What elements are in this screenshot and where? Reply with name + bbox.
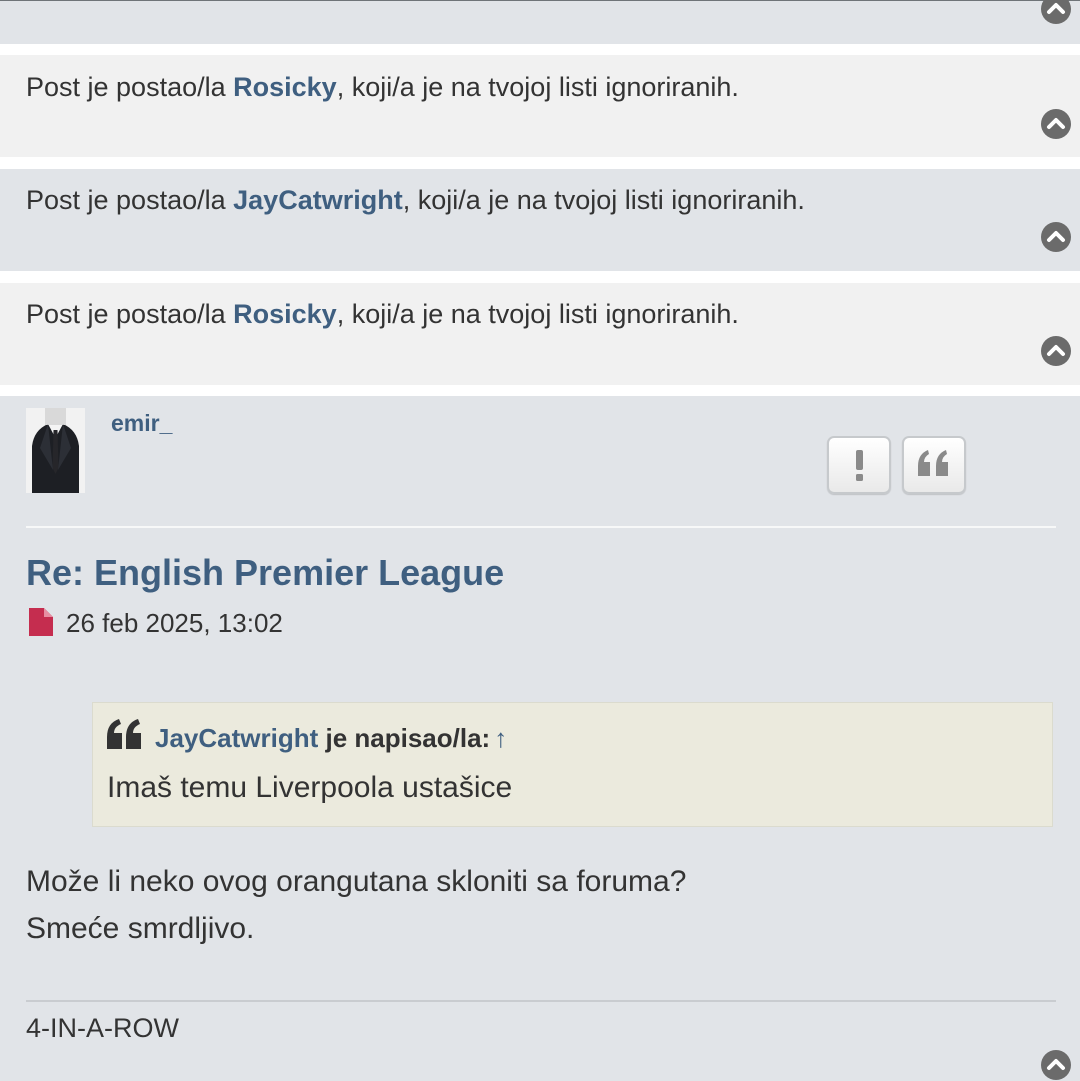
file-icon[interactable] bbox=[29, 608, 53, 636]
post-divider bbox=[26, 526, 1056, 528]
ignored-notice-prefix: Post je postao/la bbox=[26, 299, 234, 329]
report-button[interactable] bbox=[827, 436, 891, 494]
post-body-line: Smeće smrdljivo. bbox=[26, 912, 255, 945]
chevron-up-icon bbox=[1047, 231, 1065, 242]
ignored-notice-prefix: Post je postao/la bbox=[26, 185, 234, 215]
back-to-top-button[interactable] bbox=[1041, 0, 1071, 24]
post-body-line: Može li neko ovog orangutana skloniti sa… bbox=[26, 865, 687, 898]
quote-citation: JayCatwright je napisao/la: ↑ bbox=[155, 723, 507, 754]
ignored-notice-prefix: Post je postao/la bbox=[26, 72, 234, 102]
ignored-username-link[interactable]: Rosicky bbox=[233, 72, 337, 102]
ignored-username-link[interactable]: JayCatwright bbox=[233, 185, 403, 215]
ignored-post: Post je postao/la JayCatwright, koji/a j… bbox=[0, 169, 1080, 271]
quote-source-link[interactable]: ↑ bbox=[494, 723, 507, 753]
ignored-notice: Post je postao/la JayCatwright, koji/a j… bbox=[26, 185, 805, 216]
quote-icon bbox=[107, 719, 141, 749]
quote-text: Imaš temu Liverpoola ustašice bbox=[107, 771, 513, 804]
chevron-up-icon bbox=[1047, 118, 1065, 129]
quote-wrote-label: je napisao/la: bbox=[318, 723, 491, 753]
back-to-top-button[interactable] bbox=[1041, 336, 1071, 366]
chevron-up-icon bbox=[1047, 345, 1065, 356]
previous-post-strip bbox=[0, 0, 1080, 44]
ignored-notice: Post je postao/la Rosicky, koji/a je na … bbox=[26, 72, 739, 103]
avatar[interactable] bbox=[26, 408, 85, 493]
ignored-notice: Post je postao/la Rosicky, koji/a je na … bbox=[26, 299, 739, 330]
ignored-username-link[interactable]: Rosicky bbox=[233, 299, 337, 329]
ignored-post: Post je postao/la Rosicky, koji/a je na … bbox=[0, 55, 1080, 157]
quote-username-link[interactable]: JayCatwright bbox=[155, 723, 318, 753]
post-date: 26 feb 2025, 13:02 bbox=[66, 608, 283, 638]
quote-icon bbox=[918, 450, 948, 476]
post-signature: 4-IN-A-ROW bbox=[26, 1013, 179, 1043]
ignored-notice-suffix: , koji/a je na tvojoj listi ignoriranih. bbox=[336, 299, 739, 329]
ignored-notice-suffix: , koji/a je na tvojoj listi ignoriranih. bbox=[336, 72, 739, 102]
ignored-notice-suffix: , koji/a je na tvojoj listi ignoriranih. bbox=[402, 185, 805, 215]
back-to-top-button[interactable] bbox=[1041, 109, 1071, 139]
chevron-up-icon bbox=[1047, 1059, 1065, 1070]
ignored-post: Post je postao/la Rosicky, koji/a je na … bbox=[0, 283, 1080, 385]
exclamation-icon bbox=[856, 450, 863, 481]
back-to-top-button[interactable] bbox=[1041, 222, 1071, 252]
chevron-up-icon bbox=[1047, 3, 1065, 14]
post-title[interactable]: Re: English Premier League bbox=[26, 552, 504, 594]
quote-button[interactable] bbox=[902, 436, 966, 494]
quote-block: JayCatwright je napisao/la: ↑ Imaš temu L… bbox=[92, 702, 1053, 827]
signature-divider bbox=[26, 1000, 1056, 1002]
back-to-top-button[interactable] bbox=[1041, 1050, 1071, 1080]
post-author[interactable]: emir_ bbox=[111, 410, 172, 437]
